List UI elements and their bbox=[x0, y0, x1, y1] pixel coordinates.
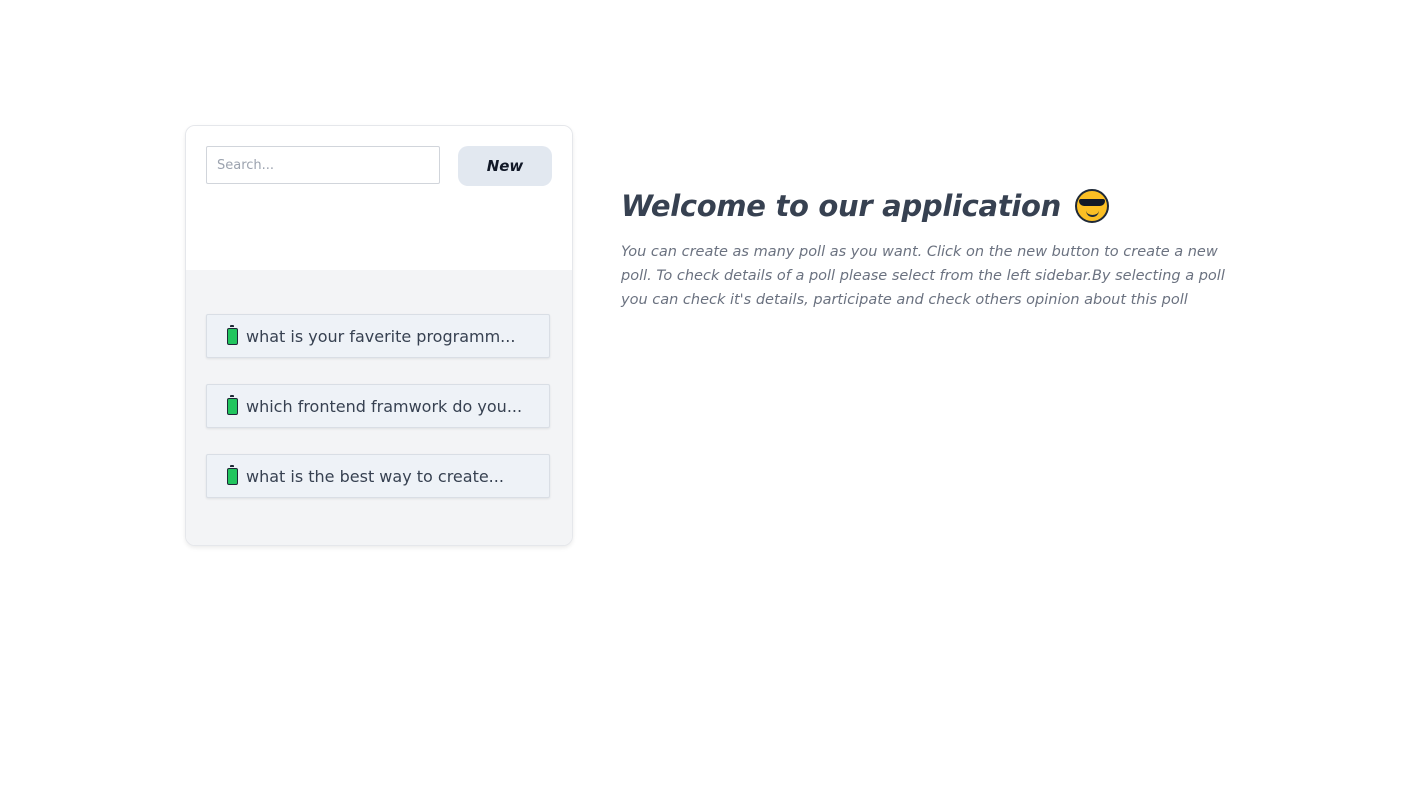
poll-list-item[interactable]: what is your faverite programm... bbox=[206, 314, 550, 358]
battery-icon bbox=[227, 324, 238, 345]
battery-icon bbox=[227, 464, 238, 485]
page: New what is your faverite programm... wh… bbox=[0, 0, 1401, 805]
search-input[interactable] bbox=[206, 146, 440, 184]
sidebar-header: New bbox=[186, 126, 572, 270]
poll-item-label: what is the best way to create... bbox=[246, 466, 504, 486]
poll-list-item[interactable]: which frontend framwork do you... bbox=[206, 384, 550, 428]
welcome-title-text: Welcome to our application bbox=[621, 189, 1061, 223]
sunglasses-shape bbox=[1079, 199, 1105, 206]
welcome-heading: Welcome to our application bbox=[621, 186, 1261, 226]
poll-list: what is your faverite programm... which … bbox=[186, 270, 572, 545]
poll-item-label: what is your faverite programm... bbox=[246, 326, 516, 346]
smile-shape bbox=[1086, 209, 1099, 217]
welcome-description: You can create as many poll as you want.… bbox=[621, 244, 1225, 308]
new-poll-button[interactable]: New bbox=[458, 146, 552, 186]
cool-face-icon bbox=[1075, 189, 1109, 223]
poll-sidebar: New what is your faverite programm... wh… bbox=[185, 125, 573, 546]
poll-list-item[interactable]: what is the best way to create... bbox=[206, 454, 550, 498]
poll-item-label: which frontend framwork do you... bbox=[246, 396, 523, 416]
battery-icon bbox=[227, 394, 238, 415]
welcome-section: Welcome to our application You can creat… bbox=[621, 186, 1261, 312]
